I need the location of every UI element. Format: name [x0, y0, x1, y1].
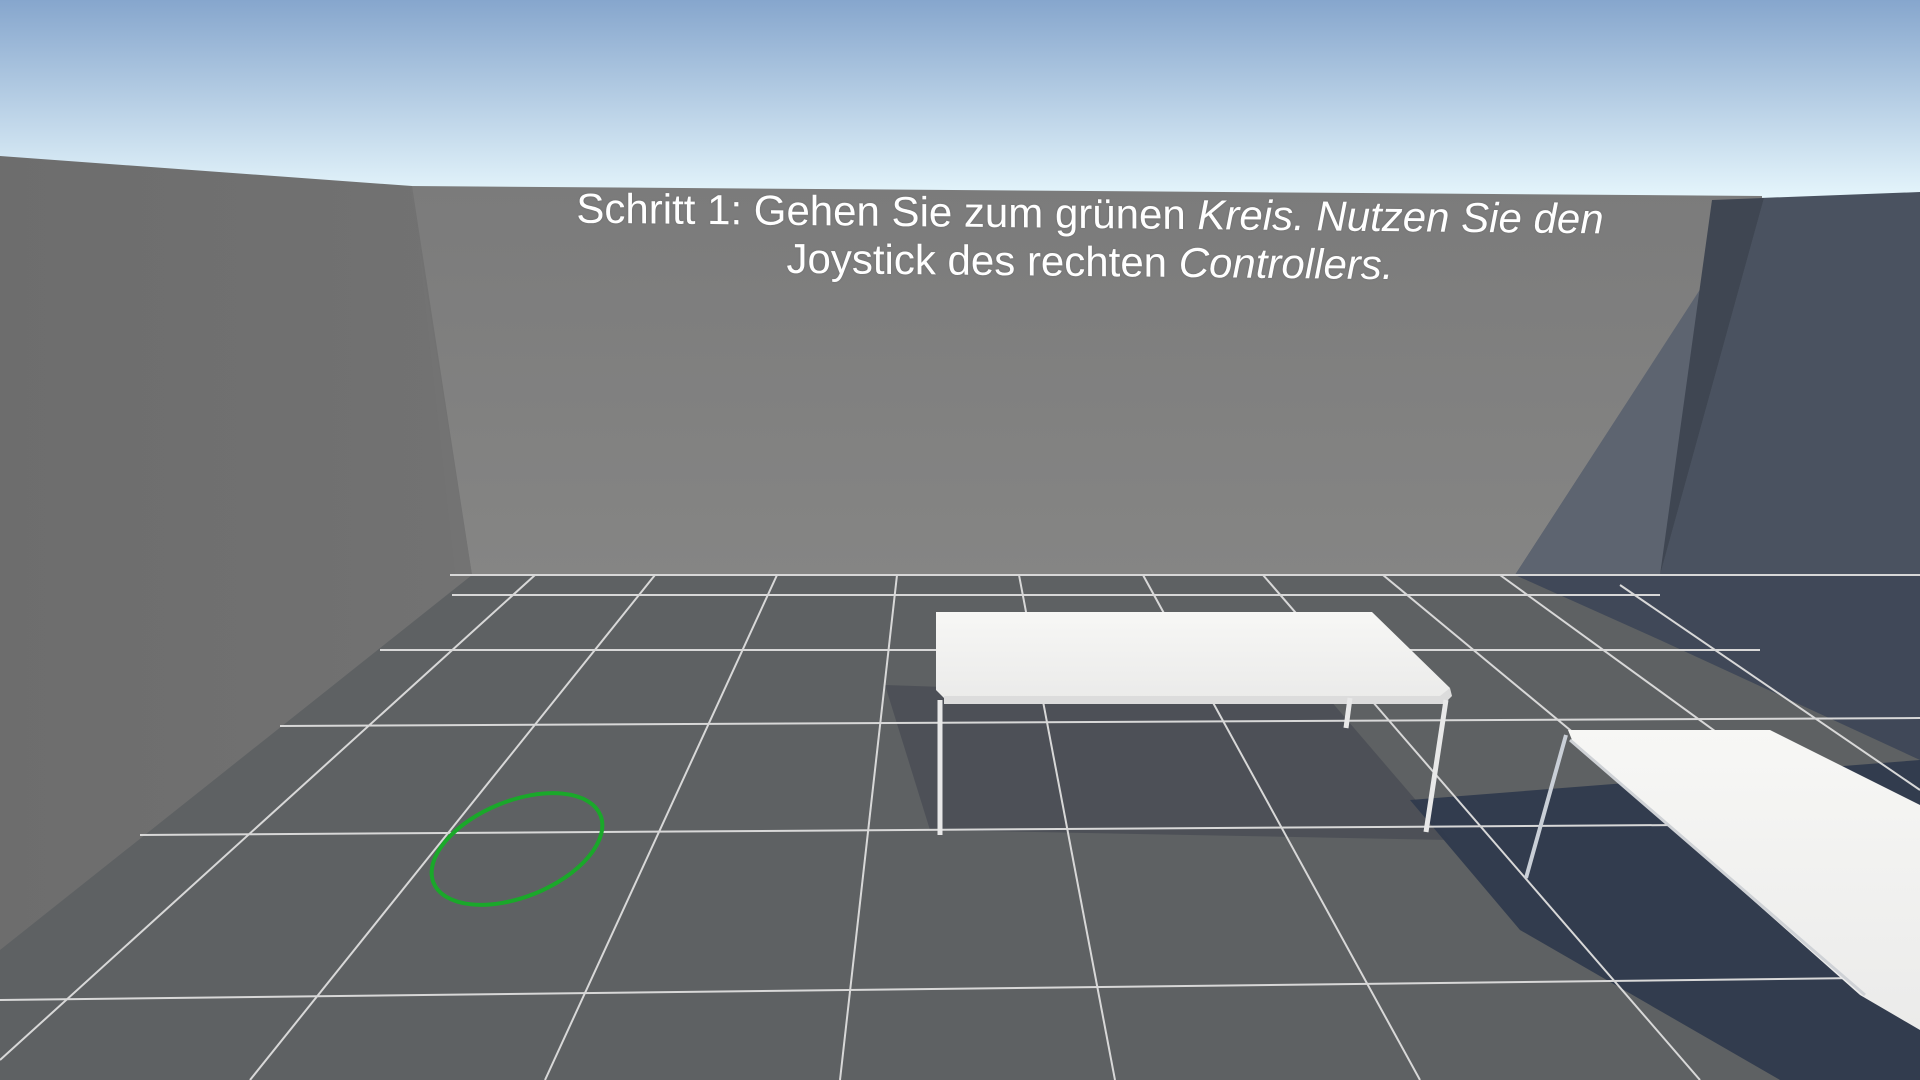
table-1-top — [936, 612, 1450, 698]
vr-scene — [0, 0, 1920, 1080]
instruction-line-1-italic: Kreis. Nutzen Sie den — [1197, 191, 1604, 243]
instruction-line-1-regular: Schritt 1: Gehen Sie zum grünen — [576, 184, 1186, 239]
instruction-line-2-italic: Controllers. — [1178, 238, 1394, 289]
instruction-text: Schritt 1: Gehen Sie zum grünen Kreis. N… — [460, 183, 1720, 292]
instruction-line-2-regular: Joystick des rechten — [786, 234, 1168, 286]
sky — [0, 0, 1920, 200]
